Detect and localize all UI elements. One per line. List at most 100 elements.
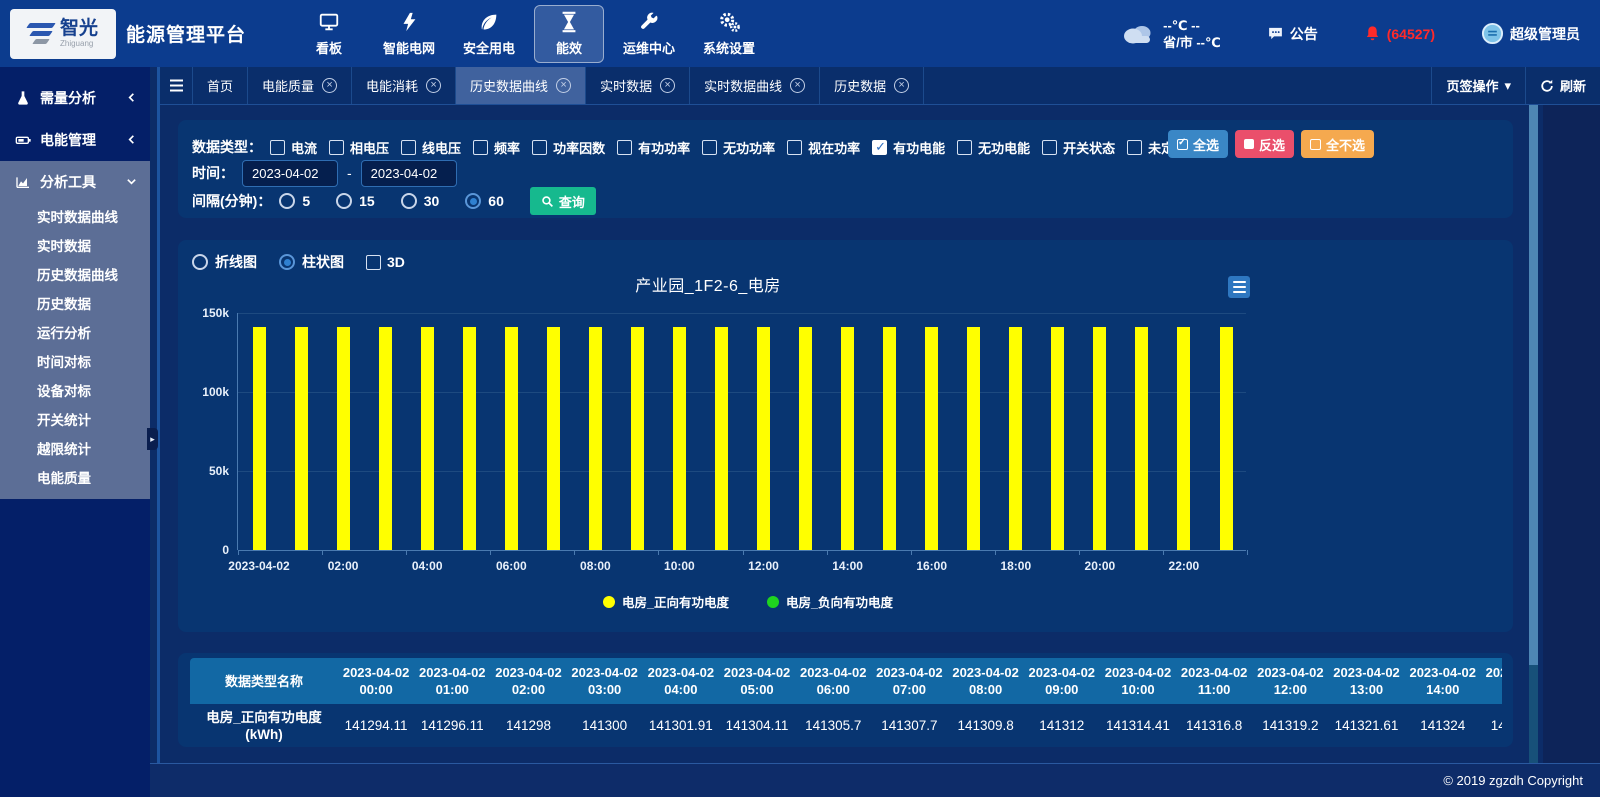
close-icon[interactable]: × xyxy=(894,78,909,93)
legend-item[interactable]: 电房_负向有功电度 xyxy=(767,592,893,611)
bar-08:00[interactable] xyxy=(589,327,602,550)
type-checkbox-6[interactable]: 无功功率 xyxy=(702,138,775,157)
select-none-button[interactable]: 全不选 xyxy=(1301,130,1374,158)
x-axis-tick xyxy=(574,550,575,555)
tab-menu-button[interactable] xyxy=(160,67,193,104)
bar-23:00[interactable] xyxy=(1220,327,1233,550)
tab-history-data[interactable]: 历史数据 × xyxy=(820,67,924,104)
checked-square-icon xyxy=(1177,139,1188,150)
type-checkbox-3[interactable]: 频率 xyxy=(473,138,520,157)
type-checkbox-1[interactable]: 相电压 xyxy=(329,138,389,157)
sidebar-collapse-handle[interactable]: ▸ xyxy=(147,428,158,450)
type-checkbox-9[interactable]: 无功电能 xyxy=(957,138,1030,157)
tab-history-curve[interactable]: 历史数据曲线 × xyxy=(456,67,586,104)
bar-04:00[interactable] xyxy=(421,327,434,550)
bar-10:00[interactable] xyxy=(673,327,686,550)
nav-item-ops-center[interactable]: 运维中心 xyxy=(614,5,684,63)
nav-item-energy-efficiency[interactable]: 能效 xyxy=(534,5,604,63)
bar-12:00[interactable] xyxy=(757,327,770,550)
nav-item-dashboard[interactable]: 看板 xyxy=(294,5,364,63)
type-checkbox-10[interactable]: 开关状态 xyxy=(1042,138,1115,157)
nav-item-safe-power[interactable]: 安全用电 xyxy=(454,5,524,63)
sidebar-group-demand-analysis[interactable]: 需量分析 xyxy=(0,77,150,119)
bar-19:00[interactable] xyxy=(1051,327,1064,550)
bar-17:00[interactable] xyxy=(967,327,980,550)
tab-ops-dropdown[interactable]: 页签操作 ▾ xyxy=(1431,67,1525,104)
bar-chart-radio[interactable]: 柱状图 xyxy=(279,252,344,272)
sidebar-item-realtime-curve[interactable]: 实时数据曲线 xyxy=(0,203,150,232)
scrollbar-thumb[interactable] xyxy=(1529,105,1538,665)
sidebar-item-realtime-data[interactable]: 实时数据 xyxy=(0,232,150,261)
interval-radio-15[interactable]: 15 xyxy=(336,193,375,209)
checkbox-icon xyxy=(329,140,344,155)
table-cell: 141319.2 xyxy=(1252,704,1328,747)
table-header-time: 2023-04-0202:00 xyxy=(490,658,566,704)
tab-realtime-data[interactable]: 实时数据 × xyxy=(586,67,690,104)
close-icon[interactable]: × xyxy=(322,78,337,93)
bar-chart-plot: 050k100k150k2023-04-0202:0004:0006:0008:… xyxy=(237,313,1246,550)
time-from-input[interactable] xyxy=(242,160,338,187)
query-button[interactable]: 查询 xyxy=(530,187,596,215)
3d-checkbox[interactable]: 3D xyxy=(366,254,405,270)
type-checkbox-5[interactable]: 有功功率 xyxy=(617,138,690,157)
interval-radio-5[interactable]: 5 xyxy=(279,193,310,209)
sidebar-item-overlimit-stats[interactable]: 越限统计 xyxy=(0,435,150,464)
tab-home[interactable]: 首页 xyxy=(193,67,248,104)
interval-radio-30[interactable]: 30 xyxy=(401,193,440,209)
nav-item-smart-grid[interactable]: 智能电网 xyxy=(374,5,444,63)
sidebar-item-power-quality[interactable]: 电能质量 xyxy=(0,464,150,493)
bar-11:00[interactable] xyxy=(715,327,728,550)
bar-15:00[interactable] xyxy=(883,327,896,550)
user-menu[interactable]: 超级管理员 xyxy=(1481,22,1580,45)
type-checkbox-4[interactable]: 功率因数 xyxy=(532,138,605,157)
bar-03:00[interactable] xyxy=(379,327,392,550)
close-icon[interactable]: × xyxy=(556,78,571,93)
bar-07:00[interactable] xyxy=(547,327,560,550)
interval-radio-60[interactable]: 60 xyxy=(465,193,504,209)
chart-menu-icon[interactable] xyxy=(1228,276,1250,298)
type-checkbox-8[interactable]: 有功电能 xyxy=(872,138,945,157)
tab-realtime-curve[interactable]: 实时数据曲线 × xyxy=(690,67,820,104)
sidebar-group-analysis-tools[interactable]: 分析工具 xyxy=(0,161,150,203)
bar-14:00[interactable] xyxy=(841,327,854,550)
tab-power-quality[interactable]: 电能质量 × xyxy=(248,67,352,104)
bar-18:00[interactable] xyxy=(1009,327,1022,550)
invert-button[interactable]: 反选 xyxy=(1235,130,1294,158)
sidebar-item-switch-stats[interactable]: 开关统计 xyxy=(0,406,150,435)
bar-01:00[interactable] xyxy=(295,327,308,550)
time-to-input[interactable] xyxy=(361,160,457,187)
alarm-button[interactable]: (64527) xyxy=(1364,25,1435,42)
hamburger-icon xyxy=(169,79,184,92)
type-checkbox-0[interactable]: 电流 xyxy=(270,138,317,157)
line-chart-radio[interactable]: 折线图 xyxy=(192,252,257,272)
refresh-button[interactable]: 刷新 xyxy=(1525,67,1600,104)
nav-item-system-settings[interactable]: 系统设置 xyxy=(694,5,764,63)
sidebar-item-device-benchmark[interactable]: 设备对标 xyxy=(0,377,150,406)
sidebar-item-history-curve[interactable]: 历史数据曲线 xyxy=(0,261,150,290)
bar-20:00[interactable] xyxy=(1093,327,1106,550)
close-icon[interactable]: × xyxy=(660,78,675,93)
bar-05:00[interactable] xyxy=(463,327,476,550)
legend-item[interactable]: 电房_正向有功电度 xyxy=(603,592,729,611)
bar-00:00[interactable] xyxy=(253,327,266,550)
tab-energy-consumption[interactable]: 电能消耗 × xyxy=(352,67,456,104)
vertical-scrollbar[interactable] xyxy=(1529,105,1538,763)
bar-16:00[interactable] xyxy=(925,327,938,550)
sidebar-group-energy-mgmt[interactable]: 电能管理 xyxy=(0,119,150,161)
bar-21:00[interactable] xyxy=(1135,327,1148,550)
bar-02:00[interactable] xyxy=(337,327,350,550)
bar-06:00[interactable] xyxy=(505,327,518,550)
type-checkbox-2[interactable]: 线电压 xyxy=(401,138,461,157)
checkbox-icon xyxy=(401,140,416,155)
bar-22:00[interactable] xyxy=(1177,327,1190,550)
sidebar-item-time-benchmark[interactable]: 时间对标 xyxy=(0,348,150,377)
bar-13:00[interactable] xyxy=(799,327,812,550)
sidebar-item-history-data[interactable]: 历史数据 xyxy=(0,290,150,319)
bar-09:00[interactable] xyxy=(631,327,644,550)
notice-button[interactable]: 公告 xyxy=(1267,24,1318,44)
close-icon[interactable]: × xyxy=(790,78,805,93)
sidebar-item-run-analysis[interactable]: 运行分析 xyxy=(0,319,150,348)
type-checkbox-7[interactable]: 视在功率 xyxy=(787,138,860,157)
select-all-button[interactable]: 全选 xyxy=(1168,130,1228,158)
close-icon[interactable]: × xyxy=(426,78,441,93)
